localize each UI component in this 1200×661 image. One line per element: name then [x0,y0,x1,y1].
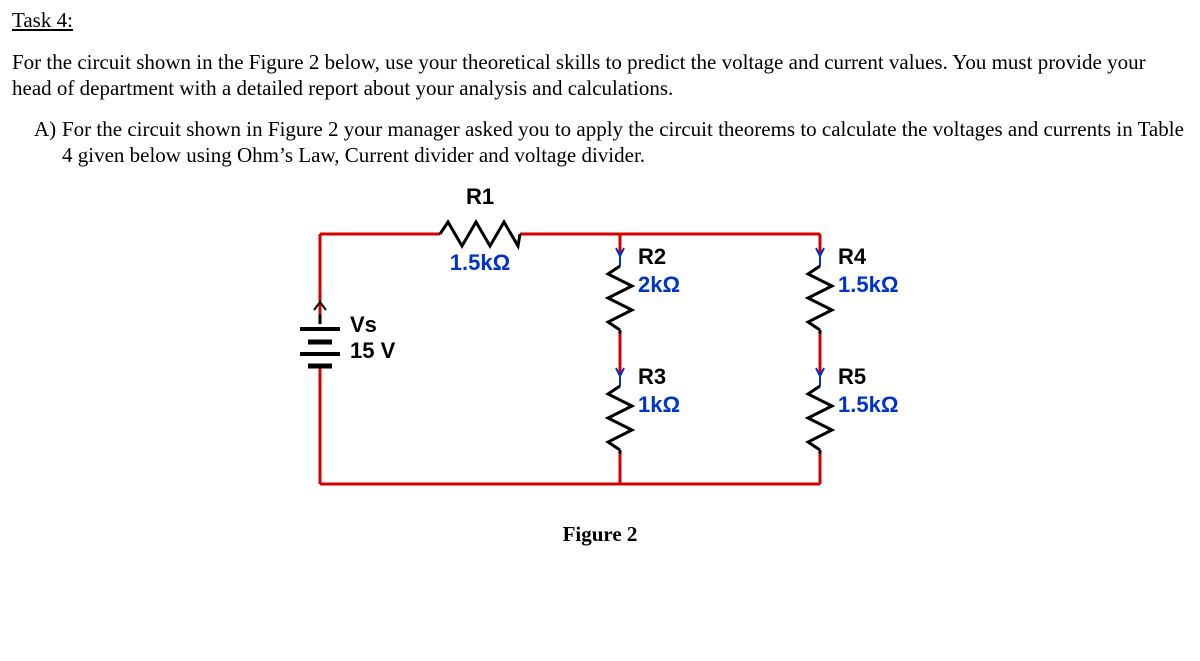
task-item-a: A) For the circuit shown in Figure 2 you… [34,116,1188,169]
r2-name: R2 [638,244,666,269]
vs-name: Vs [350,312,377,337]
resistor-r1 [440,222,520,246]
r5-value: 1.5kΩ [838,392,898,417]
figure-caption-text: Figure 2 [563,522,638,546]
r1-name: R1 [466,184,494,209]
task-title: Task 4: [12,8,1188,33]
r1-value: 1.5kΩ [450,250,510,275]
figure-caption: Figure 2 [12,522,1188,547]
figure-2: R1 1.5kΩ R2 2kΩ R3 1kΩ R4 1.5kΩ R5 1.5kΩ… [12,174,1188,520]
task-item-body: For the circuit shown in Figure 2 your m… [62,116,1188,169]
vs-value: 15 V [350,338,396,363]
r4-name: R4 [838,244,867,269]
voltage-source [300,314,340,366]
resistor-r4 [808,248,832,334]
r2-value: 2kΩ [638,272,680,297]
resistor-r5 [808,368,832,454]
r3-value: 1kΩ [638,392,680,417]
r3-name: R3 [638,364,666,389]
r5-name: R5 [838,364,866,389]
task-intro: For the circuit shown in the Figure 2 be… [12,49,1188,102]
r4-value: 1.5kΩ [838,272,898,297]
resistor-r3 [608,368,632,454]
circuit-svg: R1 1.5kΩ R2 2kΩ R3 1kΩ R4 1.5kΩ R5 1.5kΩ… [280,174,920,514]
task-item-marker: A) [34,116,62,169]
resistor-r2 [608,248,632,334]
